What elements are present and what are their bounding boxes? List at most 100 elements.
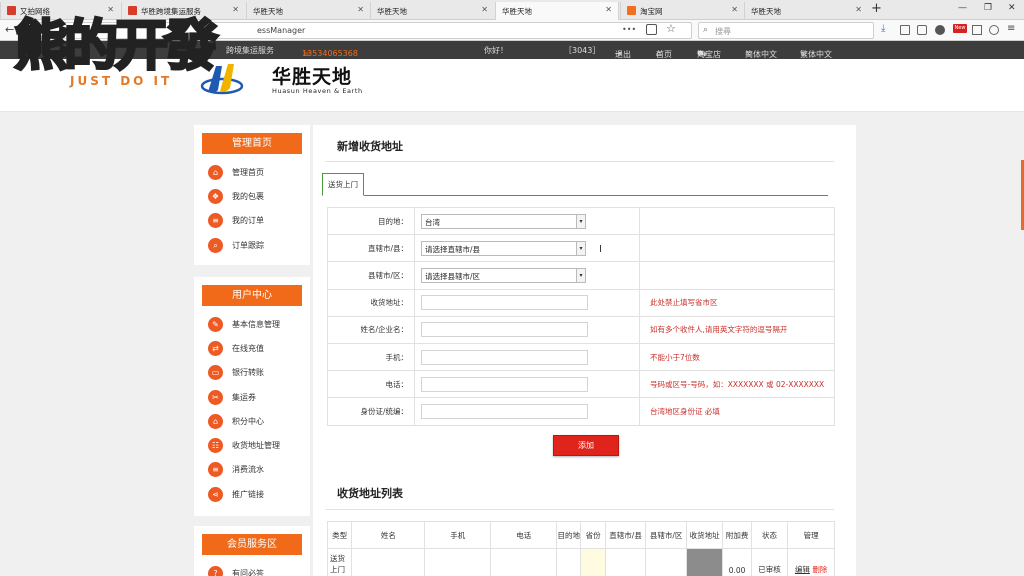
sidebar-item-label: 在线充值	[232, 343, 264, 353]
tab-favicon	[627, 6, 636, 15]
cell-status: 已审核	[750, 548, 789, 576]
browser-tab[interactable]: 华胜天地 ✕	[370, 2, 494, 20]
minimize-icon[interactable]: —	[958, 3, 967, 13]
table-header-row: 类型 姓名 手机 电话 目的地 省份 直辖市/县 县辖市/区 收货地址 附加费 …	[326, 521, 835, 549]
cell-actions: 编辑 删除	[787, 548, 835, 576]
new-tab-button[interactable]: +	[871, 1, 882, 16]
browser-tab[interactable]: 华胜天地 ✕	[744, 2, 868, 20]
sidebar-item-label: 订单跟踪	[232, 240, 264, 250]
new-badge[interactable]: New	[953, 24, 967, 33]
menu-icon[interactable]: ≡	[1007, 23, 1015, 34]
cell-city	[604, 548, 647, 576]
chevron-down-icon: ▾	[576, 241, 585, 255]
close-window-icon[interactable]: ✕	[1008, 3, 1016, 13]
close-icon[interactable]: ✕	[731, 5, 738, 14]
browser-tab[interactable]: 华胜天地 ✕	[246, 2, 370, 20]
sidebar-icon[interactable]	[917, 25, 927, 35]
phone-input[interactable]	[421, 376, 588, 392]
name-input[interactable]	[421, 322, 588, 338]
text-cursor-icon: I	[599, 244, 602, 255]
field-tip: 台湾地区身份证 必填	[639, 397, 835, 426]
list-icon: ≡	[208, 462, 223, 478]
bank-icon: ⌂	[208, 413, 223, 429]
sidebar-item-faq[interactable]: ? 有问必答	[194, 561, 310, 576]
mobile-input[interactable]	[421, 349, 588, 365]
tab-label: 华胜天地	[502, 7, 532, 16]
download-icon[interactable]: ⤓	[881, 23, 891, 34]
close-icon[interactable]: ✕	[481, 5, 488, 14]
sidebar-item-label: 积分中心	[232, 416, 264, 426]
svg-text:熊的开發: 熊的开發	[14, 13, 218, 77]
field-label: 直辖市/县：	[327, 234, 415, 263]
column-header: 附加费	[722, 521, 752, 549]
sidebar-item-order-tracking[interactable]: ⌕ 订单跟踪	[194, 233, 310, 257]
field-tip: 此处禁止填写省市区	[639, 288, 835, 317]
sidebar-item-my-packages[interactable]: ❖ 我的包裹	[194, 184, 310, 208]
pocket-icon[interactable]	[646, 24, 657, 35]
edit-link[interactable]: 编辑	[795, 565, 810, 574]
sidebar-item-transactions[interactable]: ≡ 消费流水	[194, 458, 310, 482]
phone-text: 13534065368	[302, 49, 358, 58]
svg-text:JUST DO IT: JUST DO IT	[69, 74, 172, 88]
sidebar-item-label: 我的包裹	[232, 191, 264, 201]
url-text: essManager	[257, 26, 306, 35]
field-tip: 号码或区号-号码，如：XXXXXXX 或 02-XXXXXXX	[639, 370, 835, 399]
select-value: 台湾	[425, 217, 440, 227]
column-header: 省份	[580, 521, 606, 549]
destination-select[interactable]: 台湾 ▾	[421, 213, 586, 229]
field-label: 目的地：	[327, 206, 415, 236]
maximize-icon[interactable]: ❐	[984, 3, 992, 13]
delete-link[interactable]: 删除	[812, 565, 827, 574]
cell-phone	[490, 548, 558, 576]
cell-province	[580, 548, 606, 576]
address-input[interactable]	[421, 295, 588, 311]
city-county-select[interactable]: 请选择直辖市/县 ▾	[421, 240, 586, 256]
close-icon[interactable]: ✕	[357, 5, 364, 14]
sidebar-item-bank-transfer[interactable]: ▭ 银行转账	[194, 361, 310, 385]
account-icon[interactable]	[935, 25, 945, 35]
sidebar-group-user-center: 用户中心 ✎ 基本信息管理 ⇄ 在线充值 ▭ 银行转账 ✂ 集运券 ⌂ 积分中心 ☷ 收货地…	[194, 277, 310, 516]
id-number-input[interactable]	[421, 403, 588, 419]
form-title: 新增收货地址	[337, 140, 403, 153]
cell-type: 送货上门	[326, 548, 353, 576]
tab-label: 华胜天地	[751, 7, 781, 16]
ticket-icon: ✂	[208, 389, 223, 405]
extension-icon[interactable]	[972, 25, 982, 35]
field-label: 收货地址：	[327, 288, 415, 317]
sidebar-item-points[interactable]: ⌂ 积分中心	[194, 409, 310, 433]
sidebar-group-member-service: 会员服务区 ? 有问必答	[194, 526, 310, 576]
add-button[interactable]: 添加	[553, 435, 619, 456]
extension-icon[interactable]	[989, 25, 999, 35]
card-icon: ▭	[208, 365, 223, 381]
browser-tab[interactable]: 淘宝网 ✕	[620, 2, 744, 20]
sidebar-item-label: 消费流水	[232, 465, 264, 475]
greeting-text: 你好！	[484, 46, 508, 55]
list-icon: ≡	[208, 213, 223, 229]
column-header: 姓名	[351, 521, 426, 549]
field-tip	[639, 234, 835, 263]
cell-name	[351, 548, 426, 576]
district-select[interactable]: 请选择县辖市/区 ▾	[421, 267, 586, 283]
close-icon[interactable]: ✕	[855, 5, 862, 14]
tab-home-delivery[interactable]: 送货上门	[322, 173, 364, 196]
sidebar-item-recharge[interactable]: ⇄ 在线充值	[194, 336, 310, 360]
more-icon[interactable]: •••	[622, 25, 636, 34]
column-header: 手机	[424, 521, 492, 549]
library-icon[interactable]	[900, 25, 910, 35]
close-icon[interactable]: ✕	[605, 5, 612, 14]
sidebar-item-basic-info[interactable]: ✎ 基本信息管理	[194, 312, 310, 336]
sidebar-item-label: 管理首页	[232, 167, 264, 177]
sidebar-item-coupons[interactable]: ✂ 集运券	[194, 385, 310, 409]
bookmark-star-icon[interactable]: ☆	[666, 22, 676, 35]
sidebar-item-my-orders[interactable]: ≡ 我的订单	[194, 209, 310, 233]
address-list-table: 类型 姓名 手机 电话 目的地 省份 直辖市/县 县辖市/区 收货地址 附加费 …	[326, 521, 835, 576]
sidebar-item-address-management[interactable]: ☷ 收货地址管理	[194, 433, 310, 457]
sidebar-group-management: 管理首页 ⌂ 管理首页 ❖ 我的包裹 ≡ 我的订单 ⌕ 订单跟踪	[194, 125, 310, 265]
form-row: 手机： 不能小于7位数	[327, 342, 835, 372]
column-header: 目的地	[556, 521, 582, 549]
search-input[interactable]: ⌕ 搜尋	[698, 22, 874, 39]
browser-tab-active[interactable]: 华胜天地 ✕	[495, 2, 619, 21]
form-row: 收货地址： 此处禁止填写省市区	[327, 288, 835, 317]
sidebar-item-management-home[interactable]: ⌂ 管理首页	[194, 160, 310, 184]
sidebar-item-referral-link[interactable]: ⋖ 推广链接	[194, 482, 310, 506]
